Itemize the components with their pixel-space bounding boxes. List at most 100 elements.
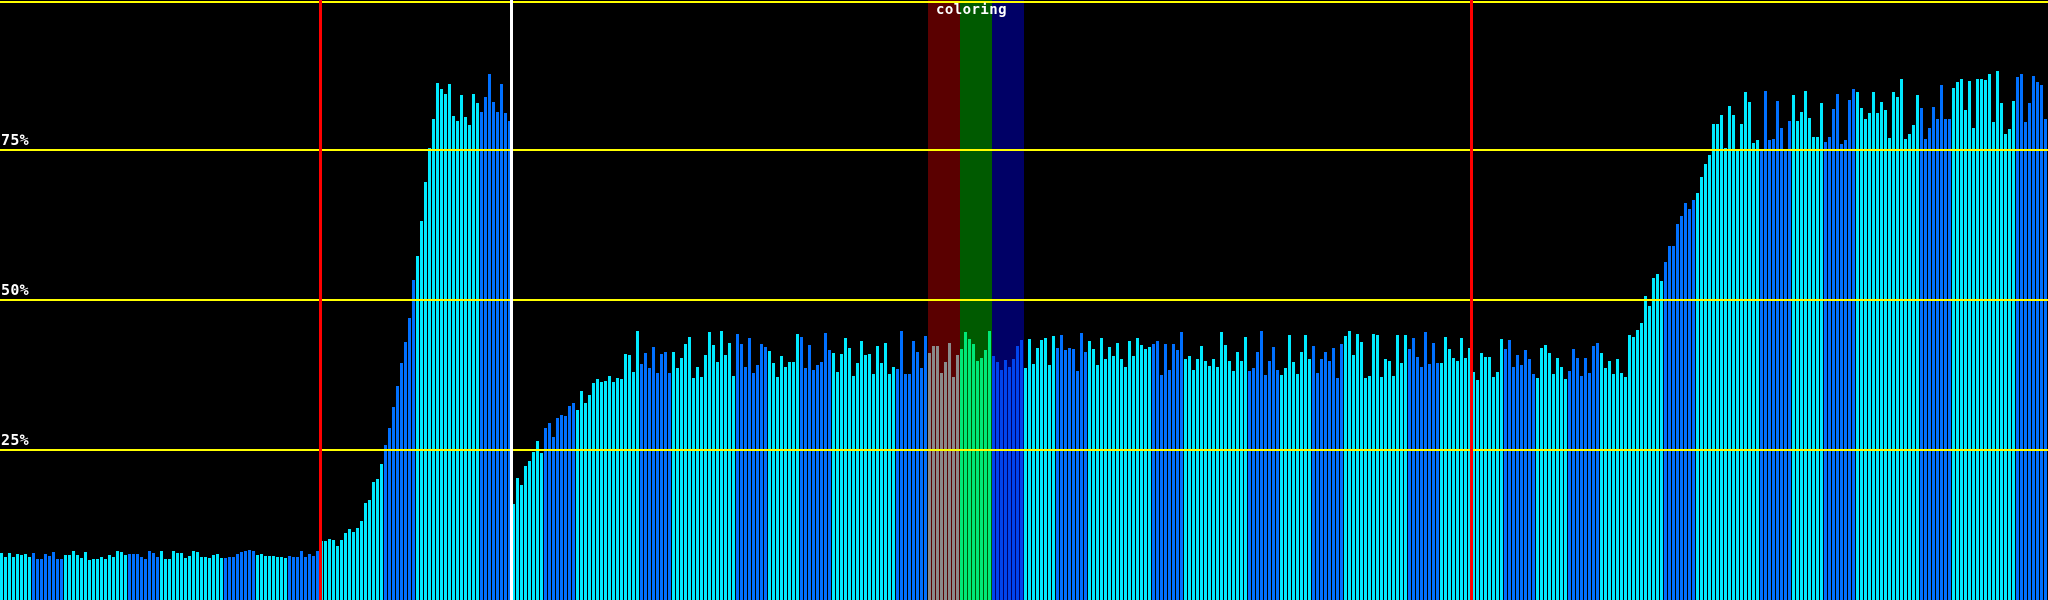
bar-cyan [360, 520, 363, 600]
bar-blue [288, 556, 291, 600]
bar-cyan [440, 88, 443, 600]
bar-cyan [584, 403, 587, 600]
bar-blue [1676, 223, 1679, 600]
bar-blue [228, 556, 231, 600]
bar-blue [1580, 376, 1583, 600]
bar-cyan [280, 557, 283, 600]
marker-red-right [1470, 0, 1473, 600]
bar-cyan [1708, 155, 1711, 600]
bar-blue [1312, 346, 1315, 600]
bar-cyan [704, 355, 707, 600]
bar-cyan [112, 557, 115, 600]
bar-cyan [1748, 102, 1751, 600]
bar-red [944, 361, 947, 600]
bar-green [960, 349, 963, 600]
bar-cyan [452, 116, 455, 600]
bar-cyan [1460, 338, 1463, 600]
bar-blue [652, 347, 655, 600]
bar-blue [224, 558, 227, 600]
bar-cyan [448, 84, 451, 600]
bar-blue [156, 557, 159, 600]
bar-cyan [864, 355, 867, 600]
bar-blue [396, 386, 399, 600]
bar-blue [1928, 127, 1931, 600]
bar-cyan [1960, 78, 1963, 600]
bar-blue [1264, 375, 1267, 600]
bar-cyan [624, 354, 627, 600]
bar-blue [1944, 119, 1947, 600]
bar-cyan [1028, 339, 1031, 600]
bar-blue [2040, 85, 2043, 600]
bar-cyan [332, 540, 335, 600]
bar-cyan [700, 376, 703, 600]
bar-blue [492, 102, 495, 600]
bar-blue [1836, 94, 1839, 600]
bar-cyan [1308, 359, 1311, 600]
bar-cyan [1304, 335, 1307, 600]
bar-blue [1436, 363, 1439, 600]
bar-cyan [1392, 376, 1395, 600]
bar-cyan [1384, 358, 1387, 600]
bar-cyan [476, 103, 479, 600]
bar-cyan [1652, 278, 1655, 600]
bar-cyan [672, 352, 675, 600]
bar-cyan [380, 463, 383, 600]
bar-cyan [832, 352, 835, 600]
bar-cyan [1952, 87, 1955, 600]
bar-blue [1788, 120, 1791, 600]
bar-cyan [1496, 372, 1499, 600]
bar-blue [1076, 371, 1079, 600]
bar-blue [2020, 73, 2023, 600]
bar-cyan [168, 558, 171, 600]
bar-cyan [1640, 323, 1643, 600]
bar-cyan [180, 552, 183, 600]
bar-blue [2044, 118, 2047, 600]
bar-cyan [172, 551, 175, 600]
bar-blue [1568, 370, 1571, 600]
bar-blue [1180, 332, 1183, 600]
bar-blue [56, 558, 59, 600]
bar-cyan [844, 337, 847, 600]
bar-cyan [1144, 348, 1147, 600]
bar-cyan [1044, 337, 1047, 600]
bar-blue [500, 84, 503, 600]
bar-blue [756, 364, 759, 600]
bar-cyan [712, 345, 715, 600]
bar-cyan [356, 528, 359, 600]
bar-blue [1328, 361, 1331, 600]
marker-white-center [510, 0, 513, 600]
bar-blue [564, 416, 567, 600]
bar-blue [560, 414, 563, 600]
bar-cyan [1348, 330, 1351, 600]
bar-cyan [1604, 368, 1607, 600]
bar-cyan [1244, 336, 1247, 600]
bar-blue [1848, 99, 1851, 600]
bar-cyan [1644, 295, 1647, 600]
bar-blue [292, 557, 295, 600]
bar-blue [664, 352, 667, 600]
bar-blue [644, 353, 647, 600]
bar-blue [300, 551, 303, 600]
bar-cyan [780, 355, 783, 600]
bar-cyan [632, 372, 635, 600]
bar-cyan [1988, 74, 1991, 600]
bar-blue [232, 557, 235, 600]
bar-cyan [1864, 119, 1867, 600]
bar-blue [1408, 349, 1411, 600]
bar-blue [1948, 119, 1951, 600]
bar-cyan [768, 351, 771, 600]
bar-blue [404, 342, 407, 600]
bar-cyan [420, 220, 423, 600]
bar-blue [924, 336, 927, 600]
bar-cyan [728, 343, 731, 600]
bar-cyan [1904, 139, 1907, 600]
bar-cyan [12, 557, 15, 600]
bar-cyan [4, 556, 7, 600]
bar-cyan [724, 354, 727, 600]
bar-cyan [1184, 359, 1187, 600]
gridline-50 [0, 299, 2048, 301]
bar-cyan [1648, 306, 1651, 600]
bar-cyan [876, 346, 879, 600]
bar-cyan [1296, 373, 1299, 600]
bar-cyan [1404, 334, 1407, 600]
